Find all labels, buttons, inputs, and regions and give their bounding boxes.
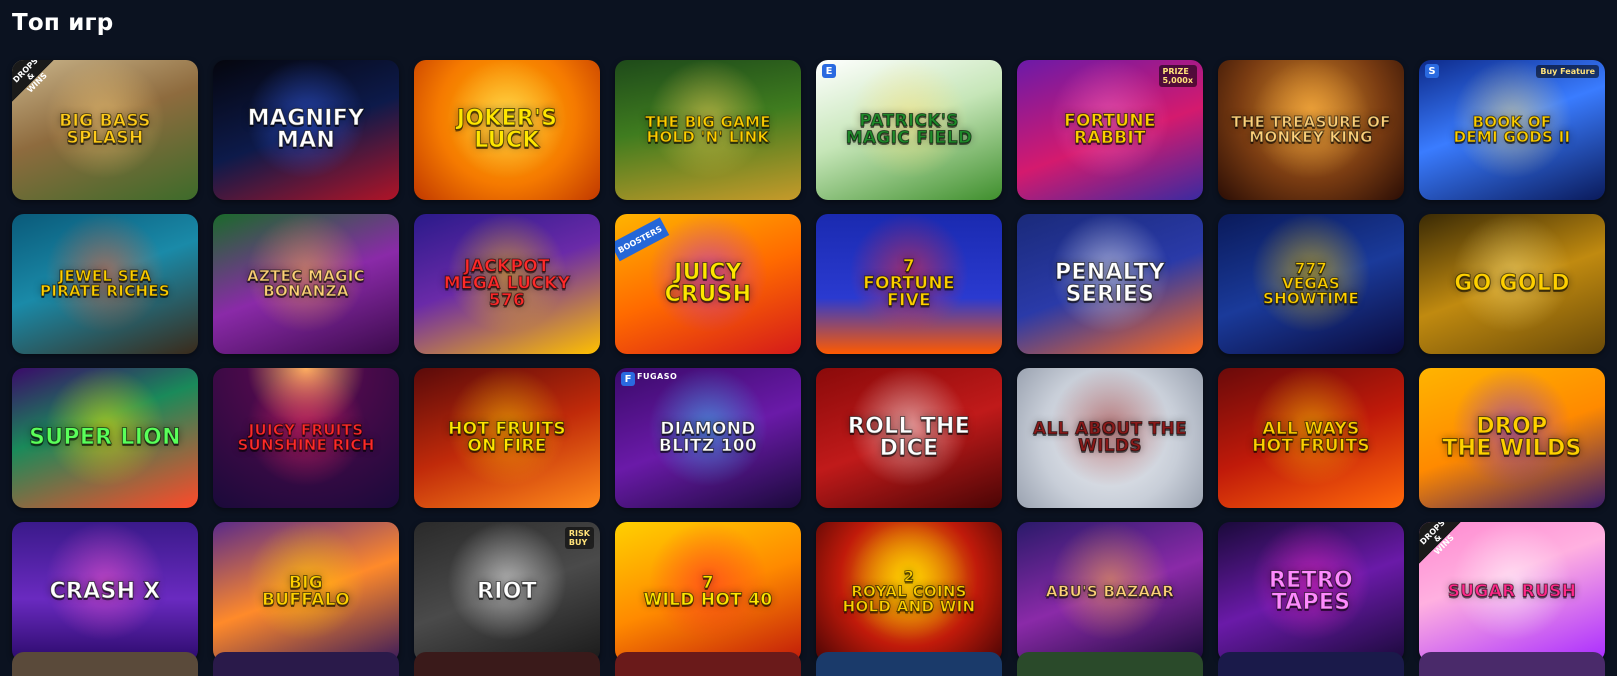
game-title: 777 VEGAS Showtime bbox=[1262, 259, 1360, 308]
game-tile[interactable]: SUPER LION bbox=[12, 368, 198, 508]
game-tile[interactable]: DIAMOND BLITZ 100 F FUGASO bbox=[615, 368, 801, 508]
game-title: 7 FORTUNE FIVE bbox=[863, 256, 955, 311]
game-tile[interactable]: BIG BASS SPLASH DROPS & WINS bbox=[12, 60, 198, 200]
game-title: BIG BUFFALO bbox=[262, 573, 351, 610]
game-title: FORTUNE Rabbit bbox=[1064, 111, 1156, 148]
game-title: Juicy CRUSH bbox=[664, 260, 752, 307]
game-tile-partial[interactable] bbox=[1419, 652, 1605, 676]
game-title: CRASH X bbox=[49, 579, 161, 604]
game-title: DIAMOND BLITZ 100 bbox=[658, 419, 758, 456]
game-tile-partial[interactable] bbox=[1218, 652, 1404, 676]
game-tile[interactable]: Juicy CRUSH BOOSTERS bbox=[615, 214, 801, 354]
game-title: AZTEC MAGIC BONANZA bbox=[247, 267, 366, 300]
game-tile[interactable]: ROLL THE DICE bbox=[816, 368, 1002, 508]
game-tile[interactable]: FORTUNE Rabbit PRIZE 5,000x bbox=[1017, 60, 1203, 200]
game-tile[interactable]: CRASH X bbox=[12, 522, 198, 662]
game-title: GO GOLD bbox=[1454, 271, 1570, 296]
game-title: ALL WAYS HOT FRUITS bbox=[1252, 419, 1371, 456]
game-tile-partial[interactable] bbox=[213, 652, 399, 676]
game-tile-partial[interactable] bbox=[816, 652, 1002, 676]
game-tile[interactable]: JEWEL SEA PIRATE RICHES bbox=[12, 214, 198, 354]
game-tile[interactable]: PATRICK'S Magic Field E bbox=[816, 60, 1002, 200]
game-title: BIG BASS SPLASH bbox=[59, 111, 151, 148]
game-tile[interactable]: JACKPOT MEGA LUCKY 576 bbox=[414, 214, 600, 354]
game-tile[interactable]: 7 FORTUNE FIVE bbox=[816, 214, 1002, 354]
game-title: ABU'S BAZAAR bbox=[1045, 582, 1175, 601]
feature-badge: Buy Feature bbox=[1536, 65, 1599, 78]
next-row-partial bbox=[12, 652, 1605, 676]
game-title: PENALTY SERIES bbox=[1054, 260, 1165, 307]
game-tile[interactable]: HOT FRUITS ON FIRE bbox=[414, 368, 600, 508]
game-title: MAGNIFY MAN bbox=[247, 106, 365, 153]
provider-logo-icon: S bbox=[1425, 64, 1439, 78]
game-tile[interactable]: DROP THE WILDS bbox=[1419, 368, 1605, 508]
game-tile[interactable]: Sugar Rush DROPS & WINS bbox=[1419, 522, 1605, 662]
game-tile[interactable]: GO GOLD bbox=[1419, 214, 1605, 354]
game-tile-partial[interactable] bbox=[1017, 652, 1203, 676]
feature-badge: PRIZE 5,000x bbox=[1158, 65, 1197, 87]
drops-wins-badge: DROPS & WINS bbox=[12, 60, 54, 102]
game-tile[interactable]: BIG BUFFALO bbox=[213, 522, 399, 662]
game-tile[interactable]: ALL ABOUT THE WILDS bbox=[1017, 368, 1203, 508]
game-title: THE TREASURE OF MONKEY KING bbox=[1231, 113, 1391, 146]
feature-badge: RISK BUY bbox=[564, 527, 594, 549]
provider-name: FUGASO bbox=[637, 372, 678, 381]
game-title: ROLL THE DICE bbox=[847, 414, 971, 461]
game-title: RiOT bbox=[476, 579, 538, 604]
game-tile[interactable]: ABU'S BAZAAR bbox=[1017, 522, 1203, 662]
game-tile[interactable]: Juicy Fruits Sunshine Rich bbox=[213, 368, 399, 508]
game-title: DROP THE WILDS bbox=[1442, 414, 1582, 461]
game-tile[interactable]: 2 ROYAL COINS HOLD AND WIN bbox=[816, 522, 1002, 662]
provider-logo-icon: F bbox=[621, 372, 635, 386]
game-tile-partial[interactable] bbox=[12, 652, 198, 676]
game-title: JOKER'S LUCK bbox=[456, 106, 558, 153]
game-title: THE BIG GAME HOLD 'N' LINK bbox=[645, 113, 771, 146]
game-tile[interactable]: ALL WAYS HOT FRUITS bbox=[1218, 368, 1404, 508]
game-title: SUPER LION bbox=[29, 425, 181, 450]
game-title: RETRO TAPES bbox=[1268, 568, 1354, 615]
game-tile[interactable]: PENALTY SERIES bbox=[1017, 214, 1203, 354]
game-tile[interactable]: THE BIG GAME HOLD 'N' LINK bbox=[615, 60, 801, 200]
game-title: ALL ABOUT THE WILDS bbox=[1033, 419, 1188, 456]
games-grid: BIG BASS SPLASH DROPS & WINS MAGNIFY MAN JO… bbox=[12, 60, 1605, 662]
game-title: HOT FRUITS ON FIRE bbox=[448, 419, 567, 456]
game-title: JEWEL SEA PIRATE RICHES bbox=[40, 267, 171, 300]
game-tile[interactable]: RETRO TAPES bbox=[1218, 522, 1404, 662]
game-title: PATRICK'S Magic Field bbox=[845, 111, 973, 148]
game-tile-partial[interactable] bbox=[414, 652, 600, 676]
game-tile-partial[interactable] bbox=[615, 652, 801, 676]
section-title: Топ игр bbox=[12, 10, 114, 36]
game-title: 2 ROYAL COINS HOLD AND WIN bbox=[842, 567, 976, 616]
game-title: BOOK OF DEMI GODS II bbox=[1453, 113, 1571, 146]
game-tile[interactable]: MAGNIFY MAN bbox=[213, 60, 399, 200]
provider-logo-icon: E bbox=[822, 64, 836, 78]
game-tile[interactable]: 7 WILD HOT 40 bbox=[615, 522, 801, 662]
game-tile[interactable]: JOKER'S LUCK bbox=[414, 60, 600, 200]
game-title: 7 WILD HOT 40 bbox=[643, 573, 773, 610]
game-title: Sugar Rush bbox=[1447, 581, 1577, 602]
game-tile[interactable]: THE TREASURE OF MONKEY KING bbox=[1218, 60, 1404, 200]
game-tile[interactable]: AZTEC MAGIC BONANZA bbox=[213, 214, 399, 354]
game-tile[interactable]: RiOT RISK BUY bbox=[414, 522, 600, 662]
game-tile[interactable]: 777 VEGAS Showtime bbox=[1218, 214, 1404, 354]
game-title: Juicy Fruits Sunshine Rich bbox=[237, 421, 375, 454]
drops-wins-badge: DROPS & WINS bbox=[1419, 522, 1461, 564]
game-title: JACKPOT MEGA LUCKY 576 bbox=[443, 256, 571, 311]
game-tile[interactable]: BOOK OF DEMI GODS II S Buy Feature bbox=[1419, 60, 1605, 200]
artwork-glow bbox=[1050, 522, 1170, 641]
